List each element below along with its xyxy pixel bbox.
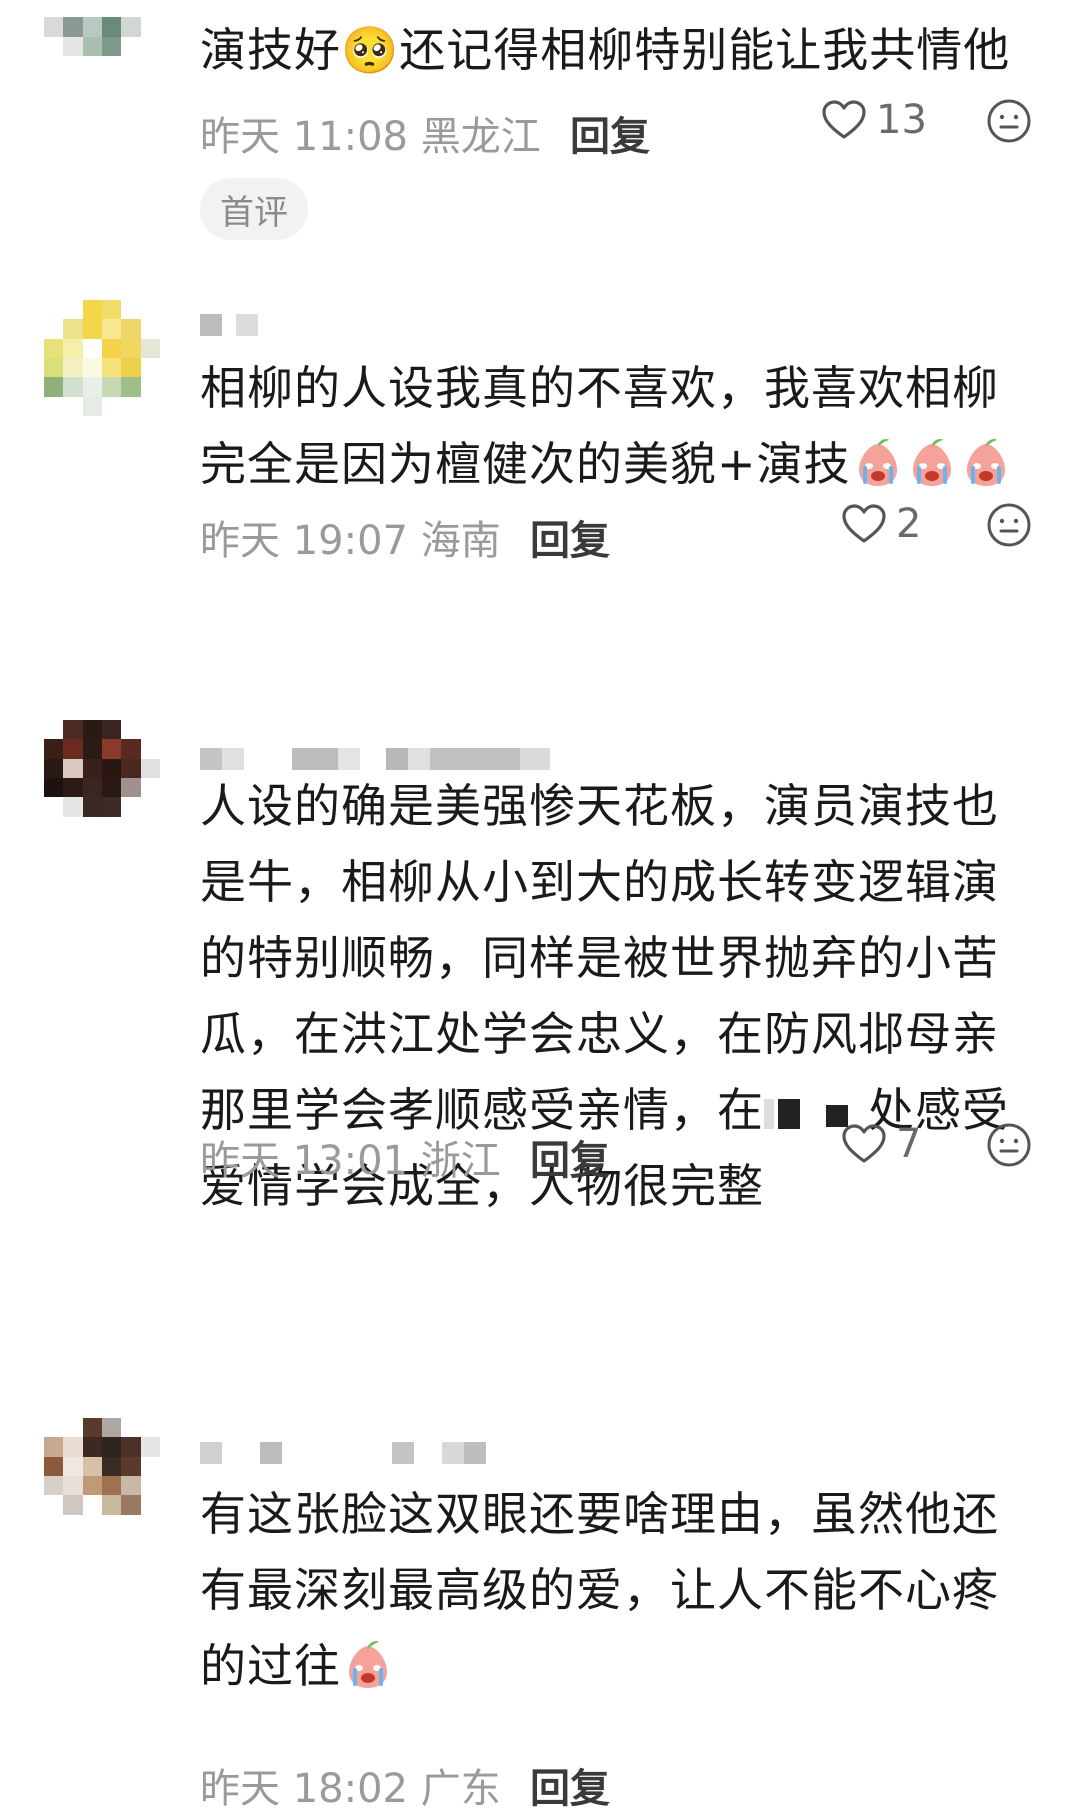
crying-peach-emoji — [851, 436, 905, 490]
crying-peach-emoji — [341, 1638, 395, 1692]
username[interactable] — [200, 314, 258, 336]
comment-meta: 昨天 11:08 黑龙江 回复 13 — [200, 96, 1032, 160]
comment-meta: 昨天 13:01 浙江 回复 7 — [200, 1120, 1032, 1184]
comment-meta: 昨天 18:02 广东 回复 — [200, 1748, 1032, 1812]
crying-peach-emoji — [959, 436, 1013, 490]
username[interactable] — [200, 748, 550, 770]
smile-face-icon[interactable] — [986, 502, 1032, 548]
like-count: 2 — [896, 501, 922, 547]
avatar[interactable] — [44, 1418, 160, 1534]
reply-button[interactable]: 回复 — [530, 1756, 610, 1814]
like-count: 7 — [896, 1121, 922, 1167]
like-button[interactable]: 13 — [820, 96, 927, 144]
comment-meta: 昨天 19:07 海南 回复 2 — [200, 500, 1032, 564]
reply-button[interactable]: 回复 — [530, 1128, 610, 1186]
crying-peach-emoji — [905, 436, 959, 490]
first-comment-badge: 首评 — [200, 178, 308, 240]
smile-face-icon[interactable] — [986, 1122, 1032, 1168]
reply-button[interactable]: 回复 — [530, 508, 610, 566]
like-button[interactable]: 2 — [840, 500, 921, 548]
like-button[interactable]: 7 — [840, 1120, 921, 1168]
smile-face-icon[interactable] — [986, 98, 1032, 144]
comment-time-location: 昨天 18:02 广东 — [200, 1766, 501, 1812]
reply-button[interactable]: 回复 — [570, 104, 650, 162]
avatar[interactable] — [44, 720, 160, 836]
avatar[interactable] — [44, 0, 160, 56]
heart-outline-icon — [840, 1120, 888, 1168]
comment-time-location: 昨天 11:08 黑龙江 — [200, 114, 541, 160]
username[interactable] — [200, 1442, 486, 1464]
like-count: 13 — [876, 97, 927, 143]
avatar[interactable] — [44, 300, 160, 416]
comment-time-location: 昨天 13:01 浙江 — [200, 1138, 501, 1184]
heart-outline-icon — [840, 500, 888, 548]
comment-text: 相柳的人设我真的不喜欢，我喜欢相柳 完全是因为檀健次的美貌+演技 — [200, 350, 1030, 502]
heart-outline-icon — [820, 96, 868, 144]
comment-time-location: 昨天 19:07 海南 — [200, 518, 501, 564]
comment-text: 演技好🥺还记得相柳特别能让我共情他 — [200, 23, 1011, 77]
comment-text: 有这张脸这双眼还要啥理由，虽然他还有最深刻最高级的爱，让人不能不心疼的过往 — [200, 1487, 999, 1693]
